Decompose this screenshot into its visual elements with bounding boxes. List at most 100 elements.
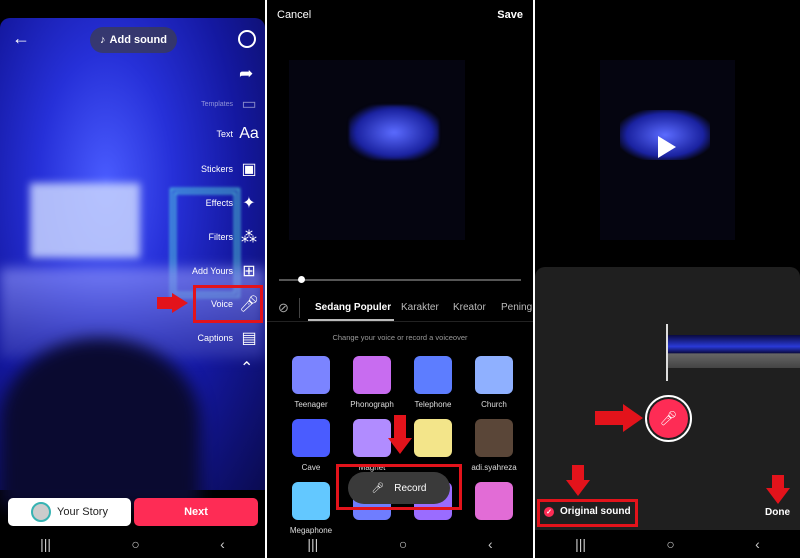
playhead[interactable] [666, 324, 668, 381]
video-preview [0, 18, 265, 508]
effect-thumbnail [475, 356, 513, 394]
your-story-button[interactable]: Your Story [8, 498, 131, 526]
tool-stickers[interactable]: Stickers ▣ [201, 159, 259, 179]
record-mic-button[interactable]: 🎤︎ [645, 395, 692, 442]
foreground-head [0, 338, 200, 508]
voiceover-record-screen: 🎤︎ ✓ Original sound Done ||| ○ ‹ [535, 0, 800, 558]
annotation-arrow [388, 438, 412, 454]
voice-effect-item[interactable]: Telephone [403, 356, 463, 409]
stage-thumbnail [349, 105, 439, 160]
voice-effect-item[interactable] [464, 482, 524, 526]
voice-effect-item[interactable]: Phonograph [342, 356, 402, 409]
text-icon: Aa [239, 125, 259, 142]
effect-thumbnail [353, 419, 391, 457]
effect-thumbnail [475, 419, 513, 457]
video-preview [289, 60, 465, 240]
annotation-arrow [766, 488, 790, 504]
voice-effect-item[interactable]: Teenager [281, 356, 341, 409]
back-arrow-icon[interactable]: ← [12, 28, 30, 49]
effect-thumbnail [414, 419, 452, 457]
slider-handle[interactable] [298, 276, 305, 283]
effect-thumbnail [414, 356, 452, 394]
effect-label: Church [481, 400, 507, 409]
effect-label: Telephone [414, 400, 452, 409]
done-button[interactable]: Done [765, 507, 790, 518]
back-icon[interactable]: ‹ [755, 536, 760, 552]
tool-templates[interactable]: Templates ▭ [201, 94, 259, 114]
effect-label: Cave [301, 463, 321, 472]
tab-sedang-populer[interactable]: Sedang Populer [315, 302, 391, 313]
original-sound-toggle[interactable]: ✓ Original sound [544, 506, 631, 517]
annotation-arrow [172, 293, 188, 313]
effect-thumbnail [475, 482, 513, 520]
timeline-slider[interactable] [279, 279, 521, 281]
next-button[interactable]: Next [134, 498, 258, 526]
sparkle-icon: ✦ [242, 195, 256, 212]
voice-effect-item[interactable]: Cave [281, 419, 341, 472]
voice-effect-item[interactable]: Church [464, 356, 524, 409]
home-icon[interactable]: ○ [666, 536, 674, 552]
effect-label: Phonograph [350, 400, 394, 409]
tool-captions[interactable]: Captions ▤ [197, 328, 259, 348]
annotation-arrow-shaft [772, 475, 784, 489]
tool-add-yours[interactable]: Add Yours ⊞ [192, 261, 259, 281]
editor-screen: ← ♪ Add sound ➦ Templates ▭ Text Aa Sticker… [0, 0, 265, 558]
effect-thumbnail [292, 419, 330, 457]
add-sound-button[interactable]: ♪ Add sound [90, 27, 177, 53]
avatar [31, 502, 52, 522]
checkbox-checked-icon: ✓ [544, 506, 554, 517]
effect-thumbnail [292, 356, 330, 394]
effect-label: adi.syahreza [471, 463, 517, 472]
captions-icon: ▤ [241, 330, 257, 347]
mic-icon: 🎤︎ [371, 482, 385, 494]
share-icon[interactable]: ➦ [239, 64, 253, 84]
back-icon[interactable]: ‹ [220, 536, 225, 552]
annotation-arrow-shaft [595, 411, 625, 425]
template-icon: ▭ [241, 96, 257, 113]
home-icon[interactable]: ○ [399, 536, 407, 552]
annotation-arrow-shaft [157, 297, 173, 309]
tab-kreator[interactable]: Kreator [453, 302, 486, 313]
tool-effects[interactable]: Effects ✦ [206, 193, 259, 213]
annotation-arrow-shaft [572, 465, 584, 481]
video-preview [600, 60, 735, 240]
voice-effect-item[interactable]: Megaphone [281, 482, 341, 535]
annotation-arrow [566, 480, 590, 496]
recents-icon[interactable]: ||| [307, 536, 318, 552]
tab-pening[interactable]: Pening [501, 302, 532, 313]
settings-icon[interactable] [238, 30, 256, 48]
stage-screen [30, 183, 140, 258]
voice-effect-item[interactable] [403, 419, 463, 463]
effect-thumbnail [353, 356, 391, 394]
system-nav-bar: ||| ○ ‹ [267, 530, 533, 558]
annotation-arrow-shaft [394, 415, 406, 439]
sticker-icon: ▣ [241, 161, 257, 178]
tabs-divider [267, 321, 533, 322]
effect-label: Teenager [294, 400, 328, 409]
subtitle: Change your voice or record a voiceover [332, 333, 468, 342]
system-nav-bar: ||| ○ ‹ [535, 530, 800, 558]
recents-icon[interactable]: ||| [575, 536, 586, 552]
recents-icon[interactable]: ||| [40, 536, 51, 552]
cancel-button[interactable]: Cancel [277, 9, 311, 21]
chevron-up-icon[interactable]: ⌃ [240, 358, 253, 378]
annotation-box [193, 285, 263, 323]
play-icon[interactable] [658, 136, 676, 158]
filters-icon: ⁂ [241, 229, 257, 246]
voice-effects-screen: Cancel Save ⊘ Sedang Populer Karakter Kr… [267, 0, 533, 558]
system-nav-bar: ||| ○ ‹ [0, 530, 265, 558]
save-button[interactable]: Save [497, 9, 523, 21]
waveform-track[interactable] [668, 335, 800, 368]
mic-icon: 🎤︎ [649, 399, 688, 438]
add-yours-icon: ⊞ [242, 263, 256, 280]
tool-text[interactable]: Text Aa [216, 125, 259, 143]
tab-karakter[interactable]: Karakter [401, 302, 439, 313]
back-icon[interactable]: ‹ [488, 536, 493, 552]
no-effect-icon[interactable]: ⊘ [278, 300, 289, 316]
tool-filters[interactable]: Filters ⁂ [209, 227, 260, 247]
record-button[interactable]: 🎤︎ Record [348, 472, 450, 504]
voice-effect-item[interactable]: adi.syahreza [464, 419, 524, 472]
home-icon[interactable]: ○ [131, 536, 139, 552]
effect-thumbnail [292, 482, 330, 520]
music-note-icon: ♪ [100, 34, 106, 46]
